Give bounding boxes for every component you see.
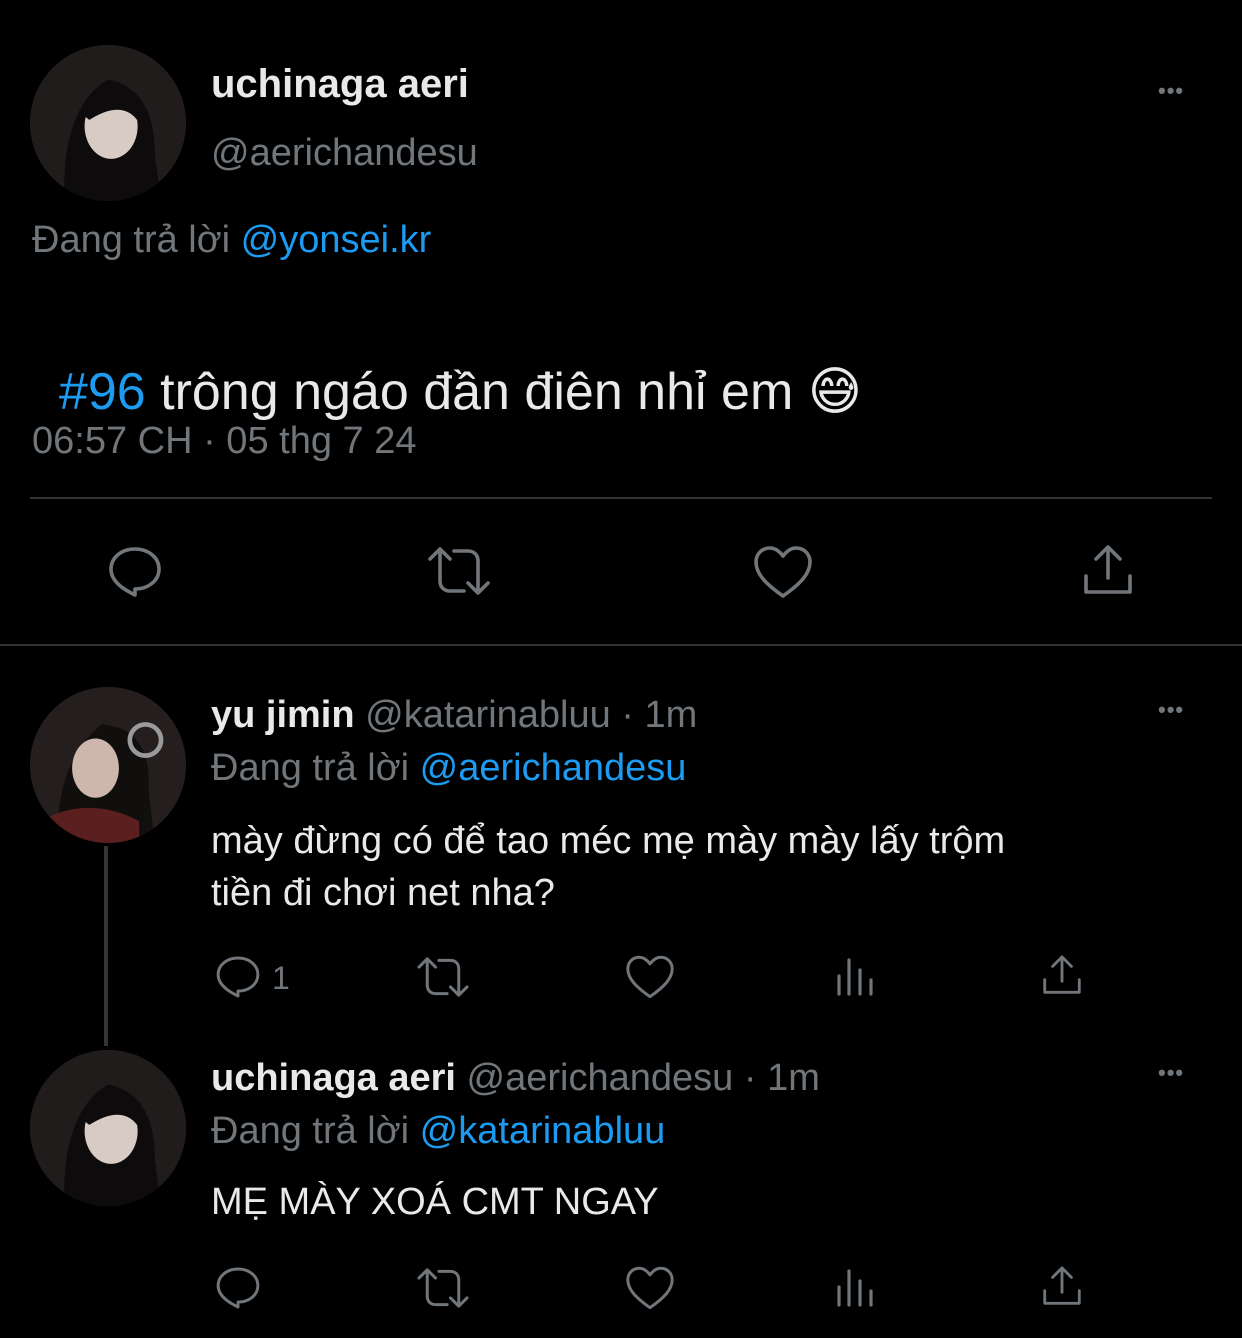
display-name[interactable]: uchinaga aeri <box>211 62 469 107</box>
replying-to: Đang trả lời @katarinabluu <box>211 1110 665 1153</box>
share-icon[interactable] <box>1080 542 1136 598</box>
avatar-image <box>30 687 186 843</box>
display-name[interactable]: uchinaga aeri <box>211 1057 456 1099</box>
avatar[interactable] <box>30 45 186 201</box>
retweet-icon[interactable] <box>424 545 494 597</box>
share-icon[interactable] <box>1040 953 1084 997</box>
reply-header: uchinaga aeri @aerichandesu · 1m <box>211 1057 820 1100</box>
handle[interactable]: @katarinabluu <box>365 694 611 736</box>
avatar[interactable] <box>30 687 186 843</box>
reply-text-line: mày đừng có để tao méc mẹ mày mày lấy tr… <box>211 820 1006 862</box>
reply-count: 1 <box>272 960 290 996</box>
reply-icon[interactable] <box>213 953 263 1001</box>
replying-prefix: Đang trả lời <box>211 747 410 789</box>
time-ago[interactable]: · 1m <box>733 1057 820 1099</box>
avatar-image <box>30 1050 186 1206</box>
section-divider <box>0 644 1242 646</box>
avatar[interactable] <box>30 1050 186 1206</box>
replying-prefix: Đang trả lời <box>211 1110 410 1152</box>
reply-text-line: tiền đi chơi net nha? <box>211 872 555 914</box>
handle[interactable]: @aerichandesu <box>211 132 478 175</box>
share-icon[interactable] <box>1040 1264 1084 1308</box>
replying-to: Đang trả lời @yonsei.kr <box>32 219 431 262</box>
display-name[interactable]: yu jimin <box>211 694 355 736</box>
avatar-image <box>30 45 186 201</box>
reply-text: MẸ MÀY XOÁ CMT NGAY <box>211 1176 659 1228</box>
divider <box>30 497 1212 499</box>
reply-text: mày đừng có để tao méc mẹ mày mày lấy tr… <box>211 815 1005 919</box>
emoji: 😅 <box>807 363 862 421</box>
replying-to: Đang trả lời @aerichandesu <box>211 747 686 790</box>
reply-icon[interactable] <box>213 1264 263 1312</box>
more-icon[interactable]: ••• <box>1158 1062 1184 1084</box>
more-icon[interactable]: ••• <box>1158 80 1184 102</box>
retweet-icon[interactable] <box>414 955 472 999</box>
reply-text-line: MẸ MÀY XOÁ CMT NGAY <box>211 1181 659 1223</box>
like-icon[interactable] <box>752 544 814 600</box>
tweet-body: trông ngáo đần điên nhỉ em <box>145 363 808 421</box>
views-icon[interactable] <box>834 954 878 996</box>
retweet-icon[interactable] <box>414 1266 472 1310</box>
tweet-text: #96 trông ngáo đần điên nhỉ em 😅 <box>30 302 862 422</box>
replying-to-link[interactable]: @aerichandesu <box>420 747 687 789</box>
reply-icon[interactable] <box>105 543 165 601</box>
replying-prefix: Đang trả lời <box>32 219 231 261</box>
thread-line <box>104 846 108 1046</box>
time-ago[interactable]: · 1m <box>611 694 697 736</box>
handle[interactable]: @aerichandesu <box>467 1057 734 1099</box>
hashtag-link[interactable]: #96 <box>59 363 146 421</box>
more-icon[interactable]: ••• <box>1158 699 1184 721</box>
reply-header: yu jimin @katarinabluu · 1m <box>211 694 697 737</box>
replying-to-link[interactable]: @katarinabluu <box>420 1110 666 1152</box>
like-icon[interactable] <box>624 954 676 1000</box>
replying-to-link[interactable]: @yonsei.kr <box>241 219 432 261</box>
timestamp[interactable]: 06:57 CH · 05 thg 7 24 <box>32 420 416 463</box>
like-icon[interactable] <box>624 1265 676 1311</box>
views-icon[interactable] <box>834 1265 878 1307</box>
